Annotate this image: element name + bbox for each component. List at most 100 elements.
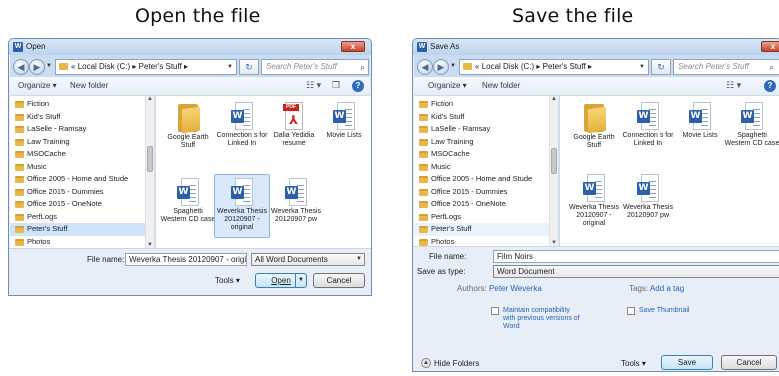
nav-item-fiction[interactable]: Fiction: [10, 98, 154, 111]
chevron-down-icon[interactable]: ▼: [356, 254, 362, 265]
nav-scrollbar[interactable]: ▲ ▼: [145, 96, 154, 248]
address-bar[interactable]: « Local Disk (C:) ▸ Peter's Stuff ▸ ▼: [55, 59, 237, 75]
cancel-button[interactable]: Cancel: [313, 273, 365, 288]
organize-button[interactable]: Organize ▾: [18, 81, 57, 90]
forward-arrow-icon[interactable]: ▶: [29, 59, 45, 75]
file-type-select[interactable]: All Word Documents ▼: [251, 253, 365, 266]
address-overflow[interactable]: «: [71, 62, 75, 71]
save-as-type-select[interactable]: Word Document: [493, 265, 779, 278]
chevron-down-icon[interactable]: ▼: [295, 274, 306, 287]
back-arrow-icon[interactable]: ◀: [13, 59, 29, 75]
help-icon[interactable]: ?: [764, 80, 776, 92]
file-item[interactable]: W Weverka Thesis 20120907 pw: [268, 178, 324, 224]
scroll-up-icon[interactable]: ▲: [146, 96, 154, 102]
address-segment-local-disk[interactable]: Local Disk (C:): [78, 62, 130, 71]
nav-item-msocache[interactable]: MSOCache: [414, 148, 558, 161]
cancel-button[interactable]: Cancel: [721, 355, 777, 370]
nav-item-peters-stuff[interactable]: Peter's Stuff: [10, 223, 154, 236]
file-item[interactable]: Google Earth Stuff: [566, 102, 622, 150]
nav-item-perflogs[interactable]: PerfLogs: [414, 211, 558, 224]
file-name-input[interactable]: Weverka Thesis 20120907 - origina: [125, 253, 247, 266]
file-item[interactable]: W Weverka Thesis 20120907 pw: [620, 174, 676, 220]
address-overflow[interactable]: «: [475, 62, 479, 71]
nav-item-music[interactable]: Music: [10, 161, 154, 174]
file-item-selected[interactable]: W Weverka Thesis 20120907 - original: [214, 174, 270, 238]
scroll-thumb[interactable]: [551, 148, 557, 174]
nav-item-kids-stuff[interactable]: Kid's Stuff: [414, 111, 558, 124]
nav-item-office-2005[interactable]: Office 2005 - Home and Stude: [10, 173, 154, 186]
save-thumbnail-checkbox[interactable]: [627, 307, 635, 315]
hide-folders-button[interactable]: Hide Folders: [434, 359, 479, 368]
refresh-icon[interactable]: ↻: [239, 59, 259, 75]
file-item[interactable]: W Connection s for Linked In: [214, 102, 270, 148]
refresh-icon[interactable]: ↻: [651, 59, 671, 75]
search-input[interactable]: Search Peter's Stuff ⌕: [261, 59, 369, 75]
file-item[interactable]: Google Earth Stuff: [160, 102, 216, 150]
address-bar[interactable]: « Local Disk (C:) ▸ Peter's Stuff ▸ ▼: [459, 59, 649, 75]
recent-dropdown-icon[interactable]: ▼: [450, 63, 456, 69]
address-segment-peters-stuff[interactable]: Peter's Stuff: [543, 62, 586, 71]
view-options-icon[interactable]: ☷ ▾: [726, 80, 741, 91]
nav-item-peters-stuff[interactable]: Peter's Stuff: [414, 223, 558, 236]
open-toolbar: Organize ▾ New folder ☷ ▾ ❐ ?: [10, 77, 370, 96]
search-icon[interactable]: ⌕: [769, 60, 774, 74]
close-button[interactable]: x: [761, 41, 779, 52]
authors-value[interactable]: Peter Weverka: [489, 284, 542, 293]
file-item[interactable]: W Movie Lists: [316, 102, 371, 140]
help-icon[interactable]: ?: [352, 80, 364, 92]
file-name-input[interactable]: Film Noirs: [493, 250, 779, 263]
nav-item-fiction[interactable]: Fiction: [414, 98, 558, 111]
nav-item-msocache[interactable]: MSOCache: [10, 148, 154, 161]
nav-item-office-2015-dummies[interactable]: Office 2015 - Dummies: [414, 186, 558, 199]
file-item[interactable]: W Movie Lists: [672, 102, 728, 140]
file-item[interactable]: W Spaghetti Western CD case: [160, 178, 216, 224]
new-folder-button[interactable]: New folder: [70, 81, 108, 90]
tools-button[interactable]: Tools ▾: [215, 276, 240, 285]
address-segment-peters-stuff[interactable]: Peter's Stuff: [139, 62, 182, 71]
file-item[interactable]: W Weverka Thesis 20120907 - original: [566, 174, 622, 228]
address-dropdown-icon[interactable]: ▼: [224, 60, 236, 74]
nav-item-law-training[interactable]: Law Training: [414, 136, 558, 149]
nav-item-music[interactable]: Music: [414, 161, 558, 174]
nav-item-laselle-ramsay[interactable]: LaSelle - Ramsay: [10, 123, 154, 136]
scroll-thumb[interactable]: [147, 146, 153, 172]
file-item[interactable]: W Spaghetti Western CD case: [724, 102, 779, 148]
maintain-compatibility-checkbox[interactable]: [491, 307, 499, 315]
nav-scrollbar[interactable]: ▲ ▼: [549, 96, 558, 246]
recent-dropdown-icon[interactable]: ▼: [46, 63, 52, 69]
address-separator[interactable]: ▸: [536, 62, 540, 71]
save-as-type-label: Save as type:: [417, 267, 466, 276]
scroll-up-icon[interactable]: ▲: [550, 96, 558, 102]
nav-item-office-2005[interactable]: Office 2005 - Home and Stude: [414, 173, 558, 186]
address-segment-local-disk[interactable]: Local Disk (C:): [482, 62, 534, 71]
nav-item-law-training[interactable]: Law Training: [10, 136, 154, 149]
address-dropdown-icon[interactable]: ▼: [636, 60, 648, 74]
search-icon[interactable]: ⌕: [360, 60, 365, 74]
nav-item-perflogs[interactable]: PerfLogs: [10, 211, 154, 224]
nav-item-photos[interactable]: Photos: [414, 236, 558, 247]
preview-pane-icon[interactable]: ❐: [332, 80, 340, 91]
address-separator[interactable]: ▸: [588, 62, 592, 71]
nav-item-office-2015-dummies[interactable]: Office 2015 - Dummies: [10, 186, 154, 199]
file-item[interactable]: PDF ⅄ Dalia Yedidia resume: [266, 102, 322, 148]
open-button[interactable]: Open ▼: [255, 273, 307, 288]
nav-item-photos[interactable]: Photos: [10, 236, 154, 249]
nav-item-kids-stuff[interactable]: Kid's Stuff: [10, 111, 154, 124]
back-arrow-icon[interactable]: ◀: [417, 59, 433, 75]
search-input[interactable]: Search Peter's Stuff ⌕: [673, 59, 779, 75]
hide-folders-icon[interactable]: ▲: [421, 358, 431, 368]
address-separator[interactable]: ▸: [184, 62, 188, 71]
tools-button[interactable]: Tools ▾: [621, 359, 646, 368]
new-folder-button[interactable]: New folder: [482, 81, 520, 90]
nav-item-laselle-ramsay[interactable]: LaSelle - Ramsay: [414, 123, 558, 136]
address-separator[interactable]: ▸: [132, 62, 136, 71]
view-options-icon[interactable]: ☷ ▾: [306, 80, 321, 91]
save-button[interactable]: Save: [661, 355, 713, 370]
nav-item-office-2015-onenote[interactable]: Office 2015 - OneNote: [10, 198, 154, 211]
file-item[interactable]: W Connection s for Linked In: [620, 102, 676, 148]
organize-button[interactable]: Organize ▾: [428, 81, 467, 90]
tags-value[interactable]: Add a tag: [650, 284, 684, 293]
nav-item-office-2015-onenote[interactable]: Office 2015 - OneNote: [414, 198, 558, 211]
close-button[interactable]: x: [341, 41, 365, 52]
forward-arrow-icon[interactable]: ▶: [433, 59, 449, 75]
